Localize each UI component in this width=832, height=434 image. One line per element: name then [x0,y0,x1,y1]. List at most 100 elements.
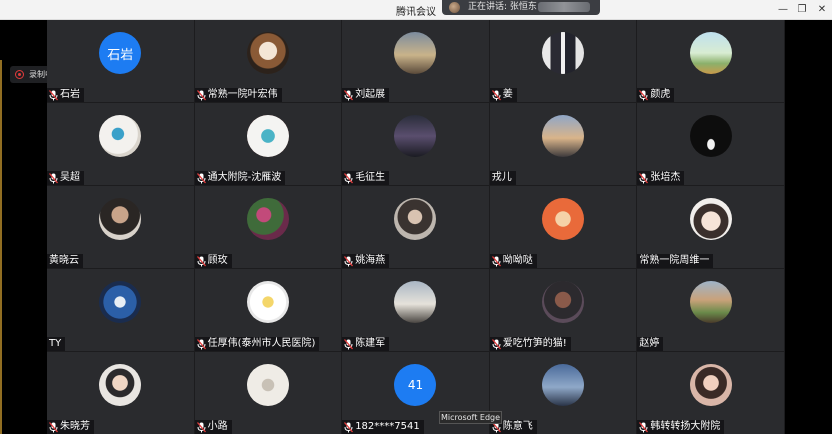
participant-name: 顾玫 [207,255,228,266]
avatar [99,364,142,406]
avatar-text: 41 [407,378,424,392]
participant-name: 爱吃竹笋的猫! [502,338,567,349]
avatar [689,32,732,74]
avatar [99,115,142,157]
participant-tile[interactable]: 爱吃竹笋的猫! [489,269,638,352]
participant-tile[interactable]: TY [47,269,195,352]
avatar [542,32,585,74]
participant-tile[interactable]: 姚海燕 [342,186,490,269]
speaking-label: 正在讲话: 张恒东 [468,2,537,12]
participant-name: 姜 [502,89,513,100]
title-bar: 腾讯会议 — ❐ ✕ [0,0,832,20]
avatar [246,115,289,157]
mic-icon [639,421,649,433]
close-icon[interactable]: ✕ [813,2,831,18]
participant-name: 戎儿 [491,172,512,183]
participant-name: TY [49,338,62,349]
participant-grid: 石岩 石岩 常熟一院叶宏伟 刘起展 姜 颜虎 吴超 通大附院-沈雁波 毛征生 戎… [47,20,785,434]
name-plate: 毛征生 [342,171,390,185]
name-plate: 顾玫 [194,254,232,268]
name-plate: 姚海燕 [342,254,390,268]
name-plate: 戎儿 [489,171,516,185]
participant-name: 黄晓云 [49,255,79,266]
participant-name: 刘起展 [355,89,386,100]
participant-tile[interactable]: 陈意飞 [489,352,638,434]
participant-name: 毛征生 [355,172,386,183]
mic-icon [49,172,58,184]
participant-tile[interactable]: 陈建军 [342,269,490,352]
mic-icon [344,421,354,433]
name-plate: 182****7541 [342,420,424,434]
participant-tile[interactable]: 小路 [194,352,343,434]
avatar-text: 石岩 [107,47,134,63]
name-plate: 韩转转扬大附院 [637,420,725,434]
participant-name: 常熟一院叶宏伟 [207,89,278,100]
avatar [542,198,585,240]
name-plate: TY [47,337,66,351]
participant-tile[interactable]: 顾玫 [194,186,343,269]
participant-name: 182****7541 [355,421,420,432]
participant-tile[interactable]: 吴超 [47,103,195,186]
left-panel: 录制中 [0,20,58,434]
mic-icon [196,255,206,267]
participant-tile[interactable]: 刘起展 [342,20,490,103]
name-plate: 陈建军 [342,337,390,351]
participant-tile[interactable]: 任厚伟(泰州市人民医院) [194,269,343,352]
participant-name: 张培杰 [650,172,681,183]
name-plate: 张培杰 [637,171,685,185]
minimize-icon[interactable]: — [774,2,792,18]
participant-tile[interactable]: 通大附院-沈雁波 [194,103,343,186]
name-plate: 颜虎 [637,88,675,102]
mic-icon [344,338,354,350]
avatar [99,198,142,240]
participant-name: 小路 [207,421,228,432]
participant-tile[interactable]: 张培杰 [637,103,785,186]
participant-name: 陈意飞 [502,421,533,432]
participant-tile[interactable]: 赵婷 [637,269,785,352]
mic-icon [344,89,354,101]
avatar [542,364,585,406]
mic-icon [49,421,58,433]
participant-tile[interactable]: 颜虎 [637,20,785,103]
name-plate: 通大附院-沈雁波 [194,171,286,185]
mic-icon [196,172,206,184]
mic-icon [639,89,649,101]
participant-name: 石岩 [60,89,80,100]
avatar [394,198,437,240]
participant-tile[interactable]: 韩转转扬大附院 [637,352,785,434]
name-plate: 呦呦哒 [489,254,537,268]
mic-icon [639,172,649,184]
participant-tile[interactable]: 常熟一院叶宏伟 [194,20,343,103]
participant-tile[interactable]: 呦呦哒 [489,186,638,269]
avatar [689,198,732,240]
mic-icon [196,89,206,101]
participant-tile[interactable]: 毛征生 [342,103,490,186]
mic-icon [49,89,58,101]
name-plate: 小路 [194,420,232,434]
participant-tile[interactable]: 石岩 石岩 [47,20,195,103]
record-icon [15,70,24,79]
participant-tile[interactable]: 戎儿 [489,103,638,186]
participant-name: 通大附院-沈雁波 [207,172,282,183]
blurred-region [538,2,590,12]
participant-tile[interactable]: 黄晓云 [47,186,195,269]
name-plate: 黄晓云 [47,254,83,268]
participant-name: 常熟一院周维一 [639,255,710,266]
participant-name: 朱晓芳 [60,421,90,432]
participant-name: 赵婷 [639,338,660,349]
avatar [394,32,437,74]
avatar: 石岩 [99,32,142,74]
participant-name: 陈建军 [355,338,386,349]
participant-tile[interactable]: 姜 [489,20,638,103]
left-edge-strip [0,60,2,434]
restore-icon[interactable]: ❐ [793,2,811,18]
participant-tile[interactable]: 常熟一院周维一 [637,186,785,269]
avatar [99,281,142,323]
name-plate: 任厚伟(泰州市人民医院) [194,337,320,351]
avatar: 41 [394,364,437,406]
taskbar-tooltip: Microsoft Edge [439,411,502,424]
speaking-indicator: 正在讲话: 张恒东 [442,0,600,15]
avatar [689,281,732,323]
participant-tile[interactable]: 朱晓芳 [47,352,195,434]
name-plate: 朱晓芳 [47,420,94,434]
